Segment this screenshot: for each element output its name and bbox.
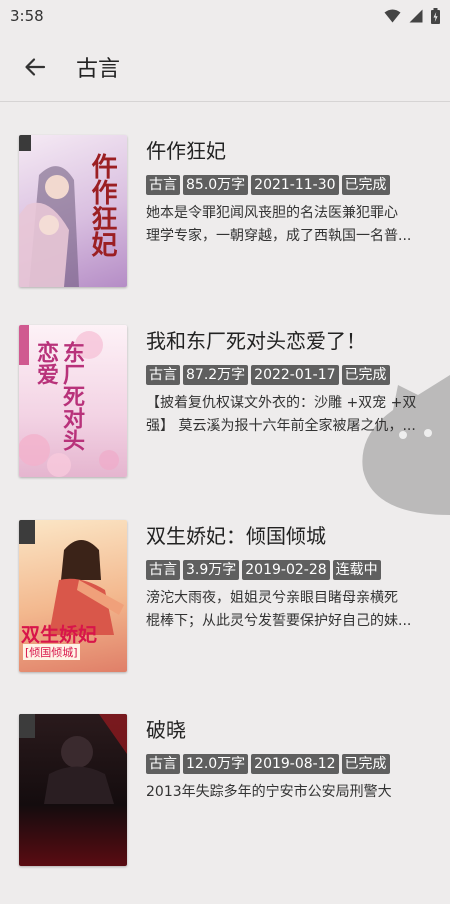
book-tags: 古言 87.2万字 2022-01-17 已完成 (146, 365, 390, 385)
tag-status: 已完成 (341, 754, 390, 774)
tag-word-count: 87.2万字 (183, 365, 249, 385)
cover-title: 双生娇妃 (21, 624, 98, 646)
book-item[interactable]: 双生娇妃 [倾国倾城] 双生娇妃：倾国倾城 古言 3.9万字 2019-02-2… (0, 520, 450, 710)
book-cover: 双生娇妃 [倾国倾城] (19, 520, 127, 672)
book-description: 【披着复仇权谋文外衣的：沙雕 +双宠 +双 强】 莫云溪为报十六年前全家被屠之仇… (146, 395, 417, 434)
tag-status: 已完成 (341, 365, 390, 385)
page-title: 古言 (76, 56, 121, 82)
wifi-icon (384, 9, 401, 23)
cover-title: 东厂死对头恋爱 (33, 341, 85, 451)
tag-word-count: 12.0万字 (183, 754, 249, 774)
book-description: 2013年失踪多年的宁安市公安局刑警大 (146, 784, 392, 800)
book-tags: 古言 3.9万字 2019-02-28 连载中 (146, 560, 381, 580)
app-bar: 古言 (0, 32, 450, 102)
tag-date: 2019-08-12 (251, 754, 339, 774)
status-time: 3:58 (10, 7, 44, 25)
book-item[interactable]: 仵作狂妃 仵作狂妃 古言 85.0万字 2021-11-30 已完成 她本是令罪… (0, 135, 450, 325)
tag-category: 古言 (146, 365, 180, 385)
book-description: 滂沱大雨夜，姐姐灵兮亲眼目睹母亲横死 棍棒下；从此灵兮发誓要保护好自己的妹... (146, 590, 412, 629)
book-title: 双生娇妃：倾国倾城 (146, 524, 326, 548)
book-tags: 古言 12.0万字 2019-08-12 已完成 (146, 754, 390, 774)
signal-icon (409, 9, 423, 23)
book-title: 仵作狂妃 (146, 139, 226, 163)
arrow-left-icon (25, 57, 46, 76)
book-description: 她本是令罪犯闻风丧胆的名法医兼犯罪心 理学专家，一朝穿越，成了西執国一名普... (146, 205, 412, 244)
book-cover: 东厂死对头恋爱 (19, 325, 127, 477)
tag-status: 已完成 (341, 175, 390, 195)
book-item[interactable]: 破晓 古言 12.0万字 2019-08-12 已完成 2013年失踪多年的宁安… (0, 714, 450, 904)
book-item[interactable]: 东厂死对头恋爱 我和东厂死对头恋爱了！ 古言 87.2万字 2022-01-17… (0, 325, 450, 515)
status-bar: 3:58 (0, 0, 450, 32)
tag-date: 2022-01-17 (251, 365, 339, 385)
book-tags: 古言 85.0万字 2021-11-30 已完成 (146, 175, 390, 195)
tag-date: 2021-11-30 (251, 175, 339, 195)
tag-category: 古言 (146, 754, 180, 774)
cover-title: 仵作狂妃 (87, 153, 117, 257)
status-icons (384, 8, 440, 24)
battery-icon (431, 8, 440, 24)
book-title: 破晓 (146, 718, 186, 742)
cover-subtitle: [倾国倾城] (23, 644, 80, 660)
book-cover: 仵作狂妃 (19, 135, 127, 287)
tag-category: 古言 (146, 560, 180, 580)
tag-word-count: 85.0万字 (183, 175, 249, 195)
book-cover (19, 714, 127, 866)
tag-category: 古言 (146, 175, 180, 195)
back-button[interactable] (0, 32, 70, 102)
tag-status: 连载中 (332, 560, 381, 580)
tag-word-count: 3.9万字 (183, 560, 240, 580)
tag-date: 2019-02-28 (242, 560, 330, 580)
book-title: 我和东厂死对头恋爱了！ (146, 329, 366, 353)
